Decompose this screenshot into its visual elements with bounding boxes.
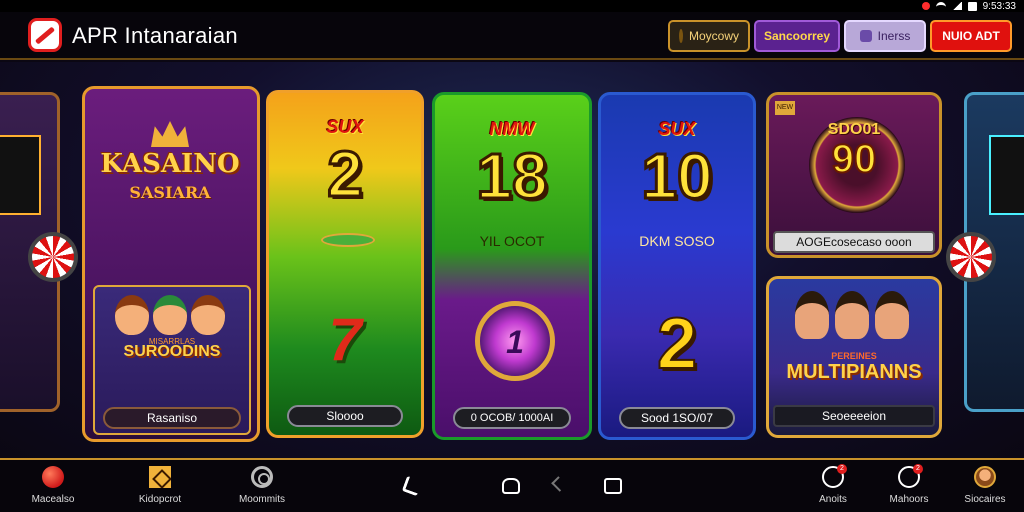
- roulette-wheel-right-icon: [946, 232, 996, 282]
- clock-icon: 2: [898, 464, 923, 488]
- card-label[interactable]: Seoeeeeion: [773, 405, 935, 427]
- status-time: 9:53:33: [982, 0, 1016, 12]
- nav-item-moommits[interactable]: Moommits: [227, 466, 297, 505]
- coin-icon: [679, 29, 683, 43]
- notification-badge: 2: [837, 464, 847, 474]
- card-tag: NMW: [489, 119, 535, 139]
- status-bar: 9:53:33: [0, 0, 1024, 12]
- sound-button[interactable]: Sancoorrey: [754, 20, 840, 52]
- nav-item-mahoors[interactable]: 2 Mahoors: [874, 464, 944, 505]
- app-title: APR Intanaraian: [72, 23, 238, 48]
- nav-item-anoits[interactable]: 2 Anoits: [798, 464, 868, 505]
- nav-item-label: Anoits: [819, 494, 847, 505]
- card-subtitle: SASIARA: [129, 183, 211, 202]
- card-second-number: 2: [656, 303, 698, 385]
- nav-item-label: Mahoors: [889, 494, 929, 505]
- nav-item-profile[interactable]: Siocaires: [950, 466, 1020, 505]
- back-icon[interactable]: [401, 475, 423, 497]
- characters-image: [115, 295, 225, 335]
- auto-button-label: NUIO ADT: [942, 29, 1000, 43]
- medal-number: 1: [506, 324, 524, 360]
- card-title: KASAINO: [100, 149, 240, 179]
- card-number: 2: [326, 137, 365, 212]
- recent-apps-icon[interactable]: [604, 478, 622, 494]
- leaf-icon: [321, 233, 375, 247]
- roulette-wheel-left-icon: [28, 232, 78, 282]
- card-caption: YIL OCOT: [479, 233, 545, 249]
- nav-item-label: Kidopcrot: [138, 494, 182, 505]
- nav-item-tickets[interactable]: Kidopcrot: [125, 466, 195, 505]
- inner-game-tile[interactable]: MISARRLAS SUROODINS Rasaniso: [93, 285, 251, 435]
- apple-icon: [42, 466, 64, 488]
- game-card-sux-2[interactable]: SUX 2 7 Sloooo: [266, 90, 424, 438]
- card-number: 10: [640, 139, 714, 214]
- ring-icon: [251, 466, 273, 488]
- nav-item-label: Moommits: [238, 494, 286, 505]
- card-kicker: PEREINES: [831, 351, 877, 361]
- inerss-button[interactable]: Inerss: [844, 20, 926, 52]
- card-number: 18: [475, 139, 549, 214]
- game-card-multipianns[interactable]: PEREINES MULTIPIANNS Seoeeeeion: [766, 276, 942, 438]
- notification-badge: 2: [913, 464, 923, 474]
- avatar: [974, 466, 996, 488]
- notification-dot-icon: [921, 2, 930, 10]
- signal-icon: [951, 2, 962, 10]
- card-label[interactable]: Sood 1SO/07: [619, 407, 735, 429]
- game-card-sdo01[interactable]: NEW SDO01 90 AOGEcosecaso ooon: [766, 92, 942, 258]
- controller-icon: [859, 30, 872, 42]
- money-button-label: Moycowy: [689, 29, 740, 43]
- home-icon[interactable]: [502, 478, 520, 494]
- top-action-buttons: Moycowy Sancoorrey Inerss NUIO ADT: [668, 20, 1012, 52]
- crown-icon: [151, 121, 189, 147]
- chat-icon: 2: [822, 464, 847, 488]
- app-logo-icon[interactable]: [28, 18, 62, 52]
- emblem-number: 90: [831, 136, 878, 182]
- ticket-icon: [149, 466, 171, 488]
- battery-icon: [967, 1, 977, 11]
- card-label[interactable]: Sloooo: [287, 405, 403, 427]
- lucky-seven-icon: 7: [328, 306, 362, 373]
- game-card-kasaino[interactable]: KASAINO SASIARA MISARRLAS SUROODINS Rasa…: [82, 86, 260, 442]
- characters-image: [795, 291, 909, 339]
- game-lobby: KASAINO SASIARA MISARRLAS SUROODINS Rasa…: [0, 62, 1024, 458]
- status-icons: 9:53:33: [921, 0, 1016, 12]
- card-title: MULTIPIANNS: [786, 361, 922, 383]
- medal-icon: 1: [475, 301, 555, 381]
- app-bar: APR Intanaraian Moycowy Sancoorrey Iners…: [0, 12, 1024, 60]
- corner-badge: NEW: [775, 101, 795, 115]
- inerss-button-label: Inerss: [877, 29, 911, 43]
- chevron-left-icon[interactable]: [551, 476, 567, 492]
- card-tag: SUX: [658, 119, 696, 139]
- sound-button-label: Sancoorrey: [763, 29, 831, 43]
- nav-item-label: Siocaires: [964, 494, 1006, 505]
- card-label[interactable]: Rasaniso: [103, 407, 241, 429]
- auto-button[interactable]: NUIO ADT: [930, 20, 1012, 52]
- nav-item-label: Macealso: [31, 494, 75, 505]
- card-label[interactable]: 0 OCOB/ 1000AI: [453, 407, 571, 429]
- nav-item-home[interactable]: Macealso: [18, 466, 88, 505]
- card-tag: SUX: [326, 117, 364, 137]
- wifi-icon: [935, 2, 946, 10]
- money-button[interactable]: Moycowy: [668, 20, 750, 52]
- game-card-sux-10[interactable]: SUX 10 DKM SOSO 2 Sood 1SO/07: [598, 92, 756, 440]
- card-label[interactable]: AOGEcosecaso ooon: [773, 231, 935, 253]
- inner-title: SUROODINS: [123, 343, 221, 360]
- card-caption: DKM SOSO: [639, 233, 715, 249]
- bottom-nav: Macealso Kidopcrot Moommits 2 Anoits 2 M…: [0, 458, 1024, 512]
- game-card-nmw-18[interactable]: NMW 18 YIL OCOT 1 0 OCOB/ 1000AI: [432, 92, 592, 440]
